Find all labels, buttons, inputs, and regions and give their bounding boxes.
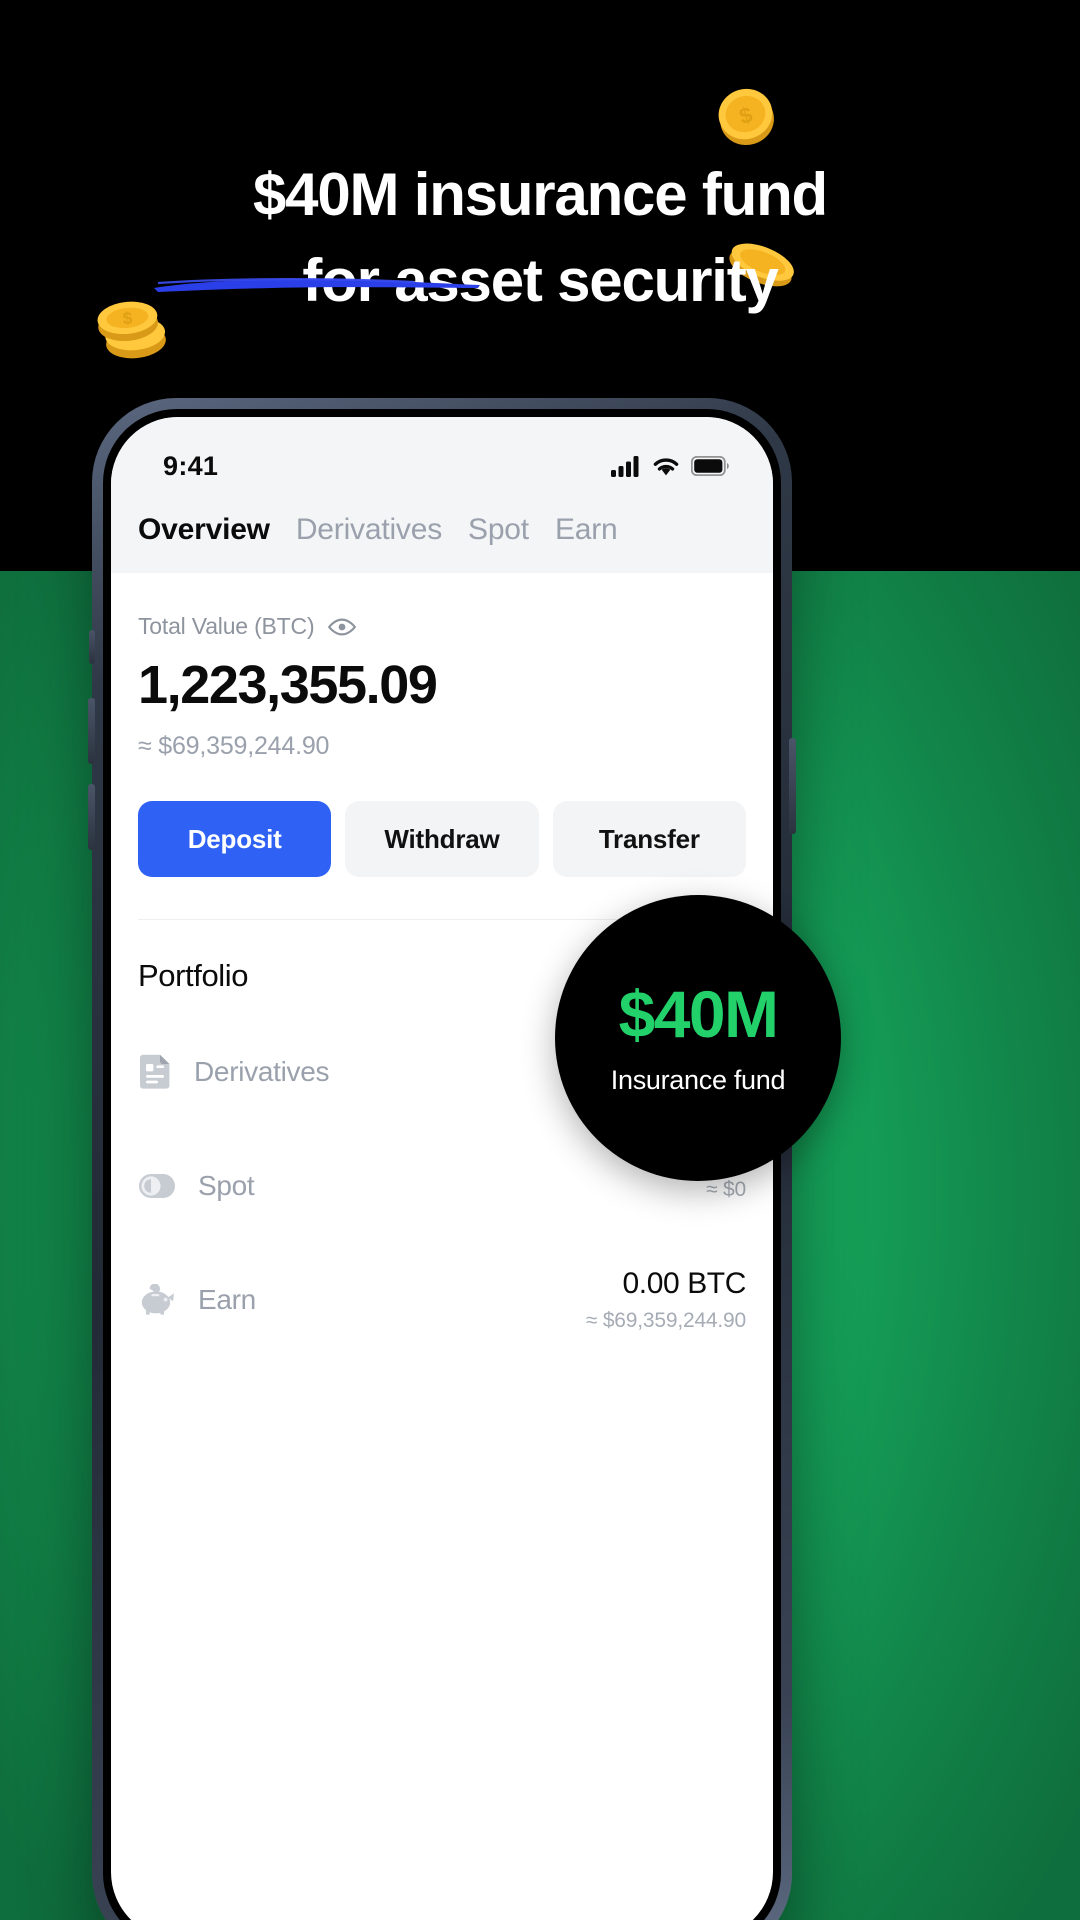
badge-label: Insurance fund — [610, 1064, 786, 1095]
headline-line-2: for asset security — [302, 247, 779, 314]
portfolio-row-left: Earn — [138, 1284, 256, 1316]
portfolio-row-name: Derivatives — [194, 1056, 330, 1087]
tab-earn[interactable]: Earn — [555, 513, 618, 547]
portfolio-row-name: Earn — [198, 1284, 256, 1315]
portfolio-row-name: Spot — [198, 1170, 255, 1201]
wifi-icon — [653, 457, 679, 475]
phone-power-button[interactable] — [789, 738, 796, 834]
portfolio-row-usd: ≈ $69,359,244.90 — [585, 1309, 746, 1332]
page-title: $40M insurance fund for asset security — [0, 152, 1080, 324]
status-bar-icons — [611, 455, 729, 477]
status-bar: 9:41 — [111, 417, 773, 499]
portfolio-row-left: Derivatives — [138, 1054, 329, 1090]
tab-derivatives[interactable]: Derivatives — [296, 513, 442, 547]
app-tab-bar: Overview Derivatives Spot Earn — [111, 499, 773, 573]
tab-overview[interactable]: Overview — [138, 513, 270, 547]
headline-line-1: $40M insurance fund — [252, 161, 828, 228]
transfer-button[interactable]: Transfer — [552, 801, 746, 877]
portfolio-row-amount: 0.00 BTC — [622, 1267, 746, 1300]
portfolio-row-right: 0.00 BTC ≈ $69,359,244.90 — [585, 1267, 747, 1333]
status-bar-clock: 9:41 — [163, 450, 219, 481]
eye-icon[interactable] — [327, 617, 357, 637]
phone-volume-down-button[interactable] — [88, 784, 95, 850]
list-item[interactable]: Earn 0.00 BTC ≈ $69,359,244.90 — [138, 1264, 746, 1336]
tab-spot[interactable]: Spot — [468, 513, 529, 547]
spot-toggle-icon — [139, 1174, 175, 1198]
withdraw-button[interactable]: Withdraw — [345, 801, 539, 877]
badge-amount: $40M — [618, 976, 779, 1051]
phone-volume-up-button[interactable] — [88, 698, 95, 764]
total-value-usd: ≈ $69,359,244.90 — [138, 732, 330, 760]
piggy-bank-icon — [141, 1284, 174, 1315]
document-icon — [140, 1054, 170, 1089]
total-value-amount: 1,223,355.09 — [138, 655, 438, 715]
action-buttons: Deposit Withdraw Transfer — [138, 801, 746, 877]
portfolio-row-usd: ≈ $0 — [706, 1178, 746, 1201]
total-value-label: Total Value (BTC) — [138, 613, 315, 639]
total-value-row: Total Value (BTC) — [138, 613, 746, 640]
portfolio-row-left: Spot — [138, 1170, 255, 1202]
battery-icon — [691, 456, 729, 476]
deposit-button[interactable]: Deposit — [138, 801, 332, 877]
phone-mute-switch[interactable] — [89, 630, 95, 664]
poster-stage: $ $ $40M insurance fund for asset securi… — [0, 0, 1080, 1920]
cellular-signal-icon — [611, 455, 639, 477]
insurance-fund-badge: $40M Insurance fund — [555, 895, 841, 1181]
